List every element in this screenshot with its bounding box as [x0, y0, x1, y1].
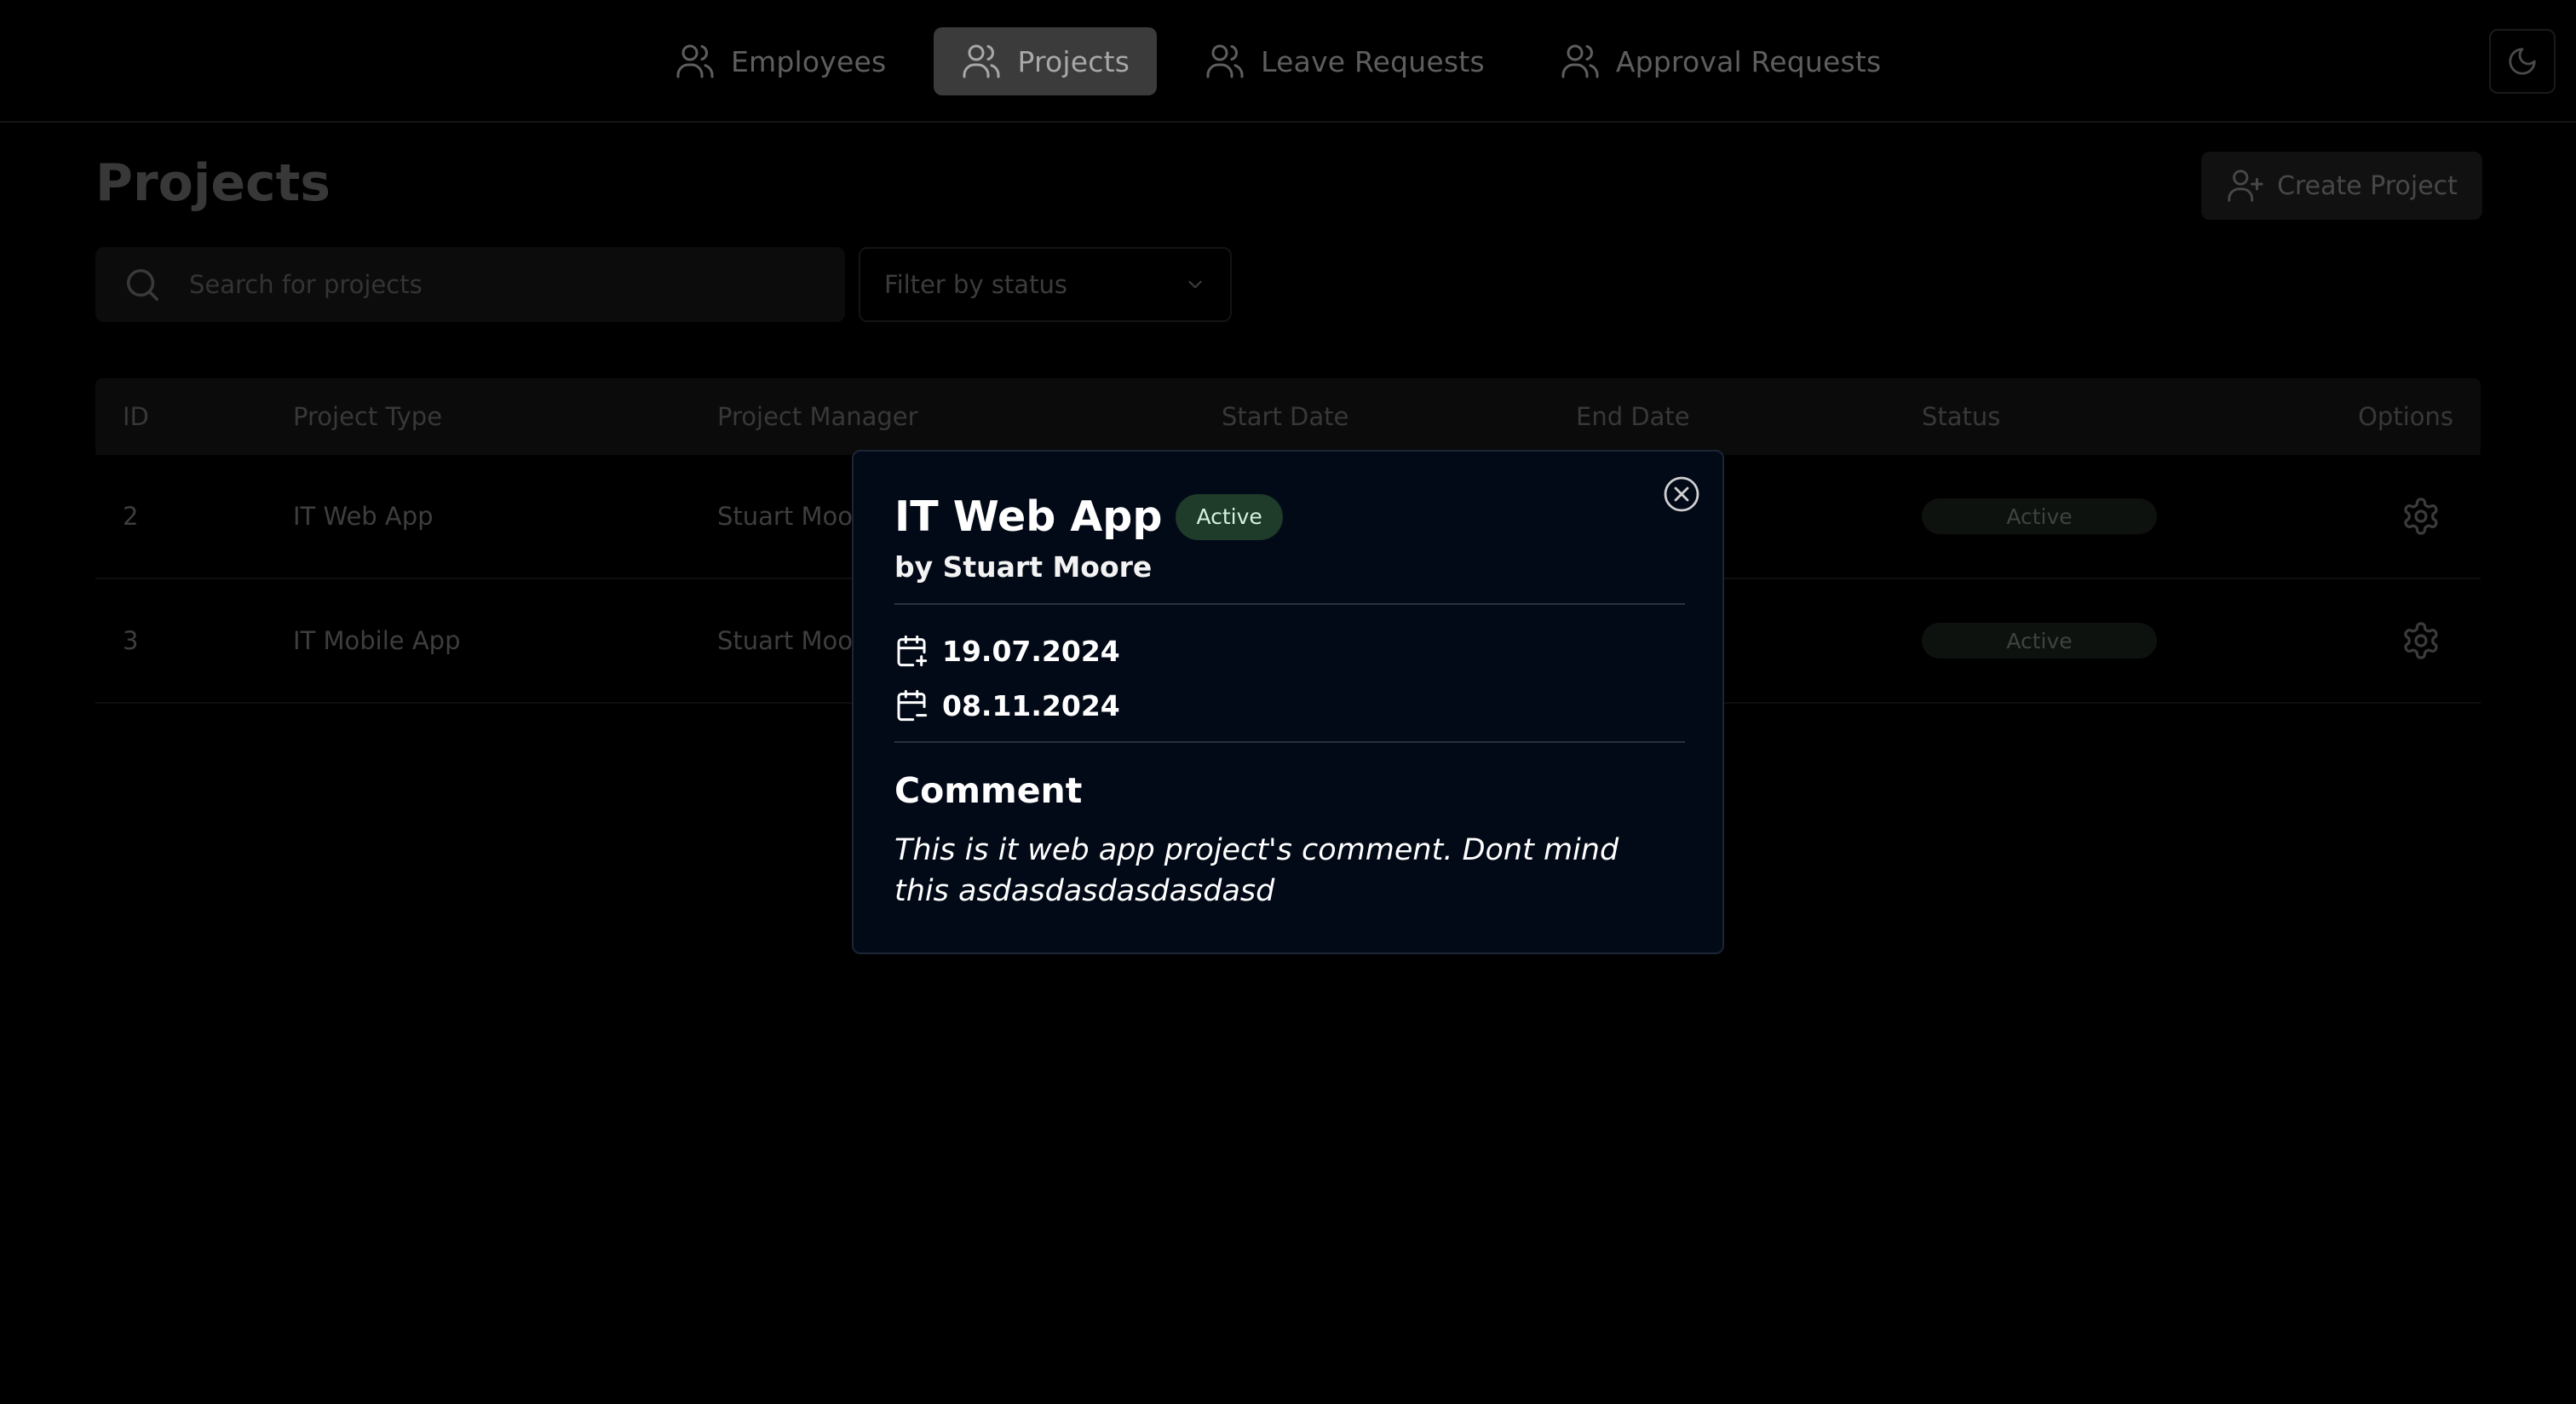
- divider: [894, 741, 1685, 743]
- search-box: [95, 247, 845, 322]
- project-id: 2: [123, 502, 139, 531]
- project-details-modal: IT Web App Active by Stuart Moore 19.07.…: [852, 450, 1724, 954]
- column-header: Options: [2358, 402, 2453, 431]
- nav-item-label: Employees: [731, 44, 887, 78]
- nav-item-projects[interactable]: Projects: [934, 27, 1158, 95]
- nav-tabs: Employees Projects Leave Requests Approv…: [647, 27, 1908, 95]
- calendar-plus-icon: [897, 635, 928, 667]
- status-badge: Active: [1922, 498, 2157, 534]
- project-type: IT Web App: [293, 502, 434, 531]
- gear-icon[interactable]: [2401, 620, 2441, 661]
- column-header: Project Manager: [717, 402, 918, 431]
- calendar-minus-icon: [897, 689, 928, 722]
- status-filter-label: Filter by status: [884, 270, 1067, 299]
- start-date-value: 19.07.2024: [942, 634, 1120, 668]
- close-button[interactable]: [1661, 474, 1702, 515]
- column-header: Project Type: [293, 402, 443, 431]
- moon-icon: [2509, 48, 2536, 75]
- column-header: ID: [123, 402, 149, 431]
- status-badge: Active: [1922, 623, 2157, 659]
- top-navigation: Employees Projects Leave Requests Approv…: [0, 0, 2576, 123]
- divider: [894, 603, 1685, 605]
- end-date-value: 08.11.2024: [942, 688, 1120, 722]
- start-date: 19.07.2024: [894, 634, 1120, 668]
- nav-item-label: Approval Requests: [1615, 44, 1882, 78]
- create-project-label: Create Project: [2277, 170, 2458, 201]
- project-manager: by Stuart Moore: [894, 550, 1153, 584]
- column-header: Status: [1922, 402, 2001, 431]
- column-header: End Date: [1576, 402, 1690, 431]
- nav-item-leave-requests[interactable]: Leave Requests: [1177, 27, 1512, 95]
- end-date: 08.11.2024: [894, 688, 1120, 722]
- comment-text: This is it web app project's comment. Do…: [894, 833, 1619, 908]
- close-icon: [1664, 476, 1699, 512]
- users-icon: [1561, 44, 1599, 78]
- users-icon: [1206, 44, 1244, 78]
- project-manager: Stuart Moor: [717, 626, 863, 655]
- users-icon: [676, 44, 714, 78]
- nav-item-label: Projects: [1017, 44, 1130, 78]
- search-icon: [126, 268, 158, 301]
- table-header: ID Project Type Project Manager Start Da…: [95, 378, 2481, 455]
- comment-heading: Comment: [894, 770, 1083, 811]
- modal-title: IT Web App: [894, 492, 1163, 541]
- search-input[interactable]: [189, 270, 785, 299]
- status-filter-select[interactable]: Filter by status: [859, 247, 1232, 322]
- gear-icon[interactable]: [2401, 496, 2441, 537]
- create-project-button[interactable]: Create Project: [2201, 152, 2482, 220]
- chevron-down-icon: [1188, 280, 1202, 289]
- user-plus-icon: [2228, 170, 2263, 202]
- project-type: IT Mobile App: [293, 626, 461, 655]
- page-title: Projects: [95, 153, 331, 213]
- users-icon: [963, 44, 1000, 78]
- nav-item-label: Leave Requests: [1261, 44, 1485, 78]
- nav-item-employees[interactable]: Employees: [647, 27, 913, 95]
- project-manager: Stuart Moor: [717, 502, 863, 531]
- project-id: 3: [123, 626, 139, 655]
- column-header: Start Date: [1222, 402, 1349, 431]
- status-badge: Active: [1176, 493, 1283, 540]
- modal-header: IT Web App Active: [894, 492, 1283, 541]
- nav-item-approval-requests[interactable]: Approval Requests: [1532, 27, 1909, 95]
- theme-toggle-button[interactable]: [2489, 29, 2556, 94]
